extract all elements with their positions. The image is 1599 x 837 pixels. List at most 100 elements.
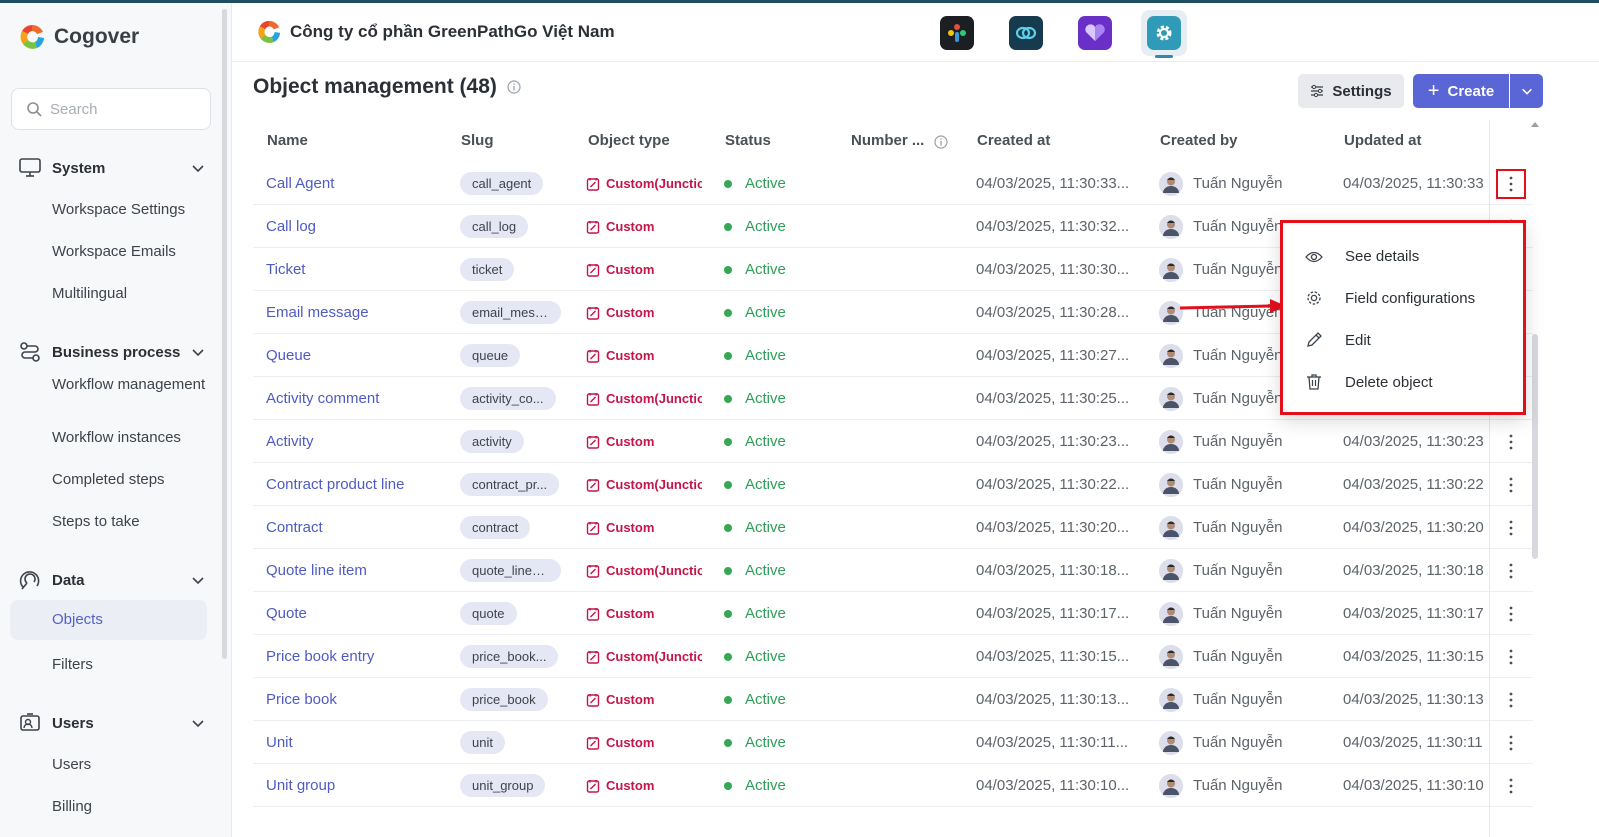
slug-badge: ticket: [460, 258, 515, 281]
column-header-status[interactable]: Status: [725, 132, 771, 149]
row-actions-cell: [1489, 162, 1533, 205]
sidebar-scrollbar[interactable]: [222, 9, 227, 659]
slug-cell: call_agent: [460, 162, 544, 205]
info-icon[interactable]: [934, 135, 948, 149]
heart-app-button[interactable]: [1072, 10, 1118, 56]
column-header-created-by[interactable]: Created by: [1160, 132, 1238, 149]
pencil-icon: [1307, 332, 1322, 347]
more-actions-icon[interactable]: [1496, 168, 1526, 199]
column-header-created-at[interactable]: Created at: [977, 132, 1050, 149]
info-icon[interactable]: [507, 80, 521, 94]
sidebar-section-users[interactable]: Users: [18, 708, 218, 738]
create-button[interactable]: + Create: [1413, 74, 1509, 108]
more-actions-icon[interactable]: [1496, 728, 1526, 758]
status-label: Active: [745, 304, 786, 321]
chevron-down-icon: [192, 720, 204, 728]
object-name-link[interactable]: Contract product line: [266, 463, 404, 506]
more-actions-icon[interactable]: [1496, 642, 1526, 672]
table-row[interactable]: Unit group unit_group Custom Active 04/03/20…: [253, 764, 1533, 807]
object-name-link[interactable]: Contract: [266, 506, 323, 549]
more-actions-icon[interactable]: [1496, 599, 1526, 629]
object-name-link[interactable]: Price book entry: [266, 635, 374, 678]
custom-type-icon: [586, 263, 600, 277]
more-actions-icon[interactable]: [1496, 685, 1526, 715]
table-row[interactable]: Contract contract Custom Active 04/03/2025, …: [253, 506, 1533, 549]
sidebar-item-objects[interactable]: Objects: [10, 600, 207, 640]
search-input[interactable]: [50, 100, 190, 118]
object-name-link[interactable]: Ticket: [266, 248, 305, 291]
menu-item-field-configurations[interactable]: Field configurations: [1305, 289, 1475, 307]
gear-icon: [1307, 291, 1321, 305]
link-app-button[interactable]: [1003, 10, 1049, 56]
object-name-link[interactable]: Unit: [266, 721, 293, 764]
sidebar-section-system[interactable]: System: [18, 153, 218, 183]
more-actions-icon[interactable]: [1496, 470, 1526, 500]
object-name-link[interactable]: Queue: [266, 334, 311, 377]
sidebar-item-workflow-instances[interactable]: Workflow instances: [52, 427, 212, 449]
more-actions-icon[interactable]: [1496, 427, 1526, 457]
table-row[interactable]: Price book price_book Custom Active 04/03/20…: [253, 678, 1533, 721]
slug-cell: call_log: [460, 205, 529, 248]
sidebar-item-workspace-settings[interactable]: Workspace Settings: [52, 199, 212, 221]
more-actions-icon[interactable]: [1496, 771, 1526, 801]
sidebar-item-workspace-emails[interactable]: Workspace Emails: [52, 241, 212, 263]
menu-item-label: Field configurations: [1345, 289, 1476, 307]
object-name-link[interactable]: Call log: [266, 205, 316, 248]
row-actions-cell: [1489, 549, 1533, 592]
table-row[interactable]: Call Agent call_agent Custom(Junction Activ…: [253, 162, 1533, 205]
object-name-link[interactable]: Call Agent: [266, 162, 334, 205]
object-name-link[interactable]: Email message: [266, 291, 369, 334]
updated-at-cell: 04/03/2025, 11:30:13: [1343, 691, 1484, 708]
table-scrollbar[interactable]: [1532, 334, 1538, 559]
create-dropdown-button[interactable]: [1510, 74, 1543, 108]
status-cell: Active: [724, 162, 786, 205]
column-header-name[interactable]: Name: [267, 132, 308, 149]
menu-item-see-details[interactable]: See details: [1305, 248, 1419, 265]
status-label: Active: [745, 605, 786, 622]
section-title: Business process: [52, 343, 181, 361]
object-name-link[interactable]: Activity comment: [266, 377, 379, 420]
menu-item-delete-object[interactable]: Delete object: [1305, 373, 1433, 391]
settings-button[interactable]: Settings: [1298, 74, 1404, 108]
object-name-link[interactable]: Price book: [266, 678, 337, 721]
table-row[interactable]: Unit unit Custom Active 04/03/2025, 11:30:11…: [253, 721, 1533, 764]
object-name-link[interactable]: Quote line item: [266, 549, 367, 592]
search-box[interactable]: [11, 88, 211, 130]
sidebar-section-business-process[interactable]: Business process: [18, 337, 218, 367]
status-label: Active: [745, 218, 786, 235]
sidebar-item-filters[interactable]: Filters: [52, 654, 212, 676]
table-row[interactable]: Quote quote Custom Active 04/03/2025, 11:30:…: [253, 592, 1533, 635]
custom-type-icon: [586, 478, 600, 492]
sidebar-item-billing[interactable]: Billing: [52, 796, 212, 818]
settings-label: Settings: [1332, 82, 1392, 100]
company-switcher[interactable]: Công ty cổ phần GreenPathGo Việt Nam: [256, 19, 615, 45]
object-name-link[interactable]: Activity: [266, 420, 314, 463]
people-app-button[interactable]: [934, 10, 980, 56]
column-header-updated-at[interactable]: Updated at: [1344, 132, 1422, 149]
column-header-object-type[interactable]: Object type: [588, 132, 670, 149]
object-name-link[interactable]: Quote: [266, 592, 307, 635]
gear-app-button[interactable]: [1141, 10, 1187, 58]
object-name-link[interactable]: Unit group: [266, 764, 335, 807]
sidebar-item-workflow-management[interactable]: Workflow management: [52, 374, 212, 396]
menu-item-edit[interactable]: Edit: [1305, 331, 1371, 349]
column-header-number[interactable]: Number ...: [851, 132, 924, 149]
status-cell: Active: [724, 506, 786, 549]
object-type-label: Custom(Junction: [606, 563, 702, 578]
sidebar-item-steps-to-take[interactable]: Steps to take: [52, 511, 212, 533]
sidebar-item-multilingual[interactable]: Multilingual: [52, 283, 212, 305]
table-row[interactable]: Quote line item quote_line_... Custom(Junc…: [253, 549, 1533, 592]
sidebar-item-users[interactable]: Users: [52, 754, 212, 776]
brand[interactable]: Cogover: [18, 23, 139, 51]
scroll-up-arrow[interactable]: [1531, 122, 1539, 127]
updated-at-cell: 04/03/2025, 11:30:20: [1343, 519, 1484, 536]
table-row[interactable]: Contract product line contract_pr... Custo…: [253, 463, 1533, 506]
table-row[interactable]: Price book entry price_book... Custom(Junc…: [253, 635, 1533, 678]
sidebar-item-completed-steps[interactable]: Completed steps: [52, 469, 212, 491]
table-row[interactable]: Activity activity Custom Active 04/03/2025, …: [253, 420, 1533, 463]
more-actions-icon[interactable]: [1496, 513, 1526, 543]
sidebar-section-data[interactable]: Data: [18, 565, 218, 595]
column-header-slug[interactable]: Slug: [461, 132, 494, 149]
more-actions-icon[interactable]: [1496, 556, 1526, 586]
custom-type-icon: [586, 564, 600, 578]
